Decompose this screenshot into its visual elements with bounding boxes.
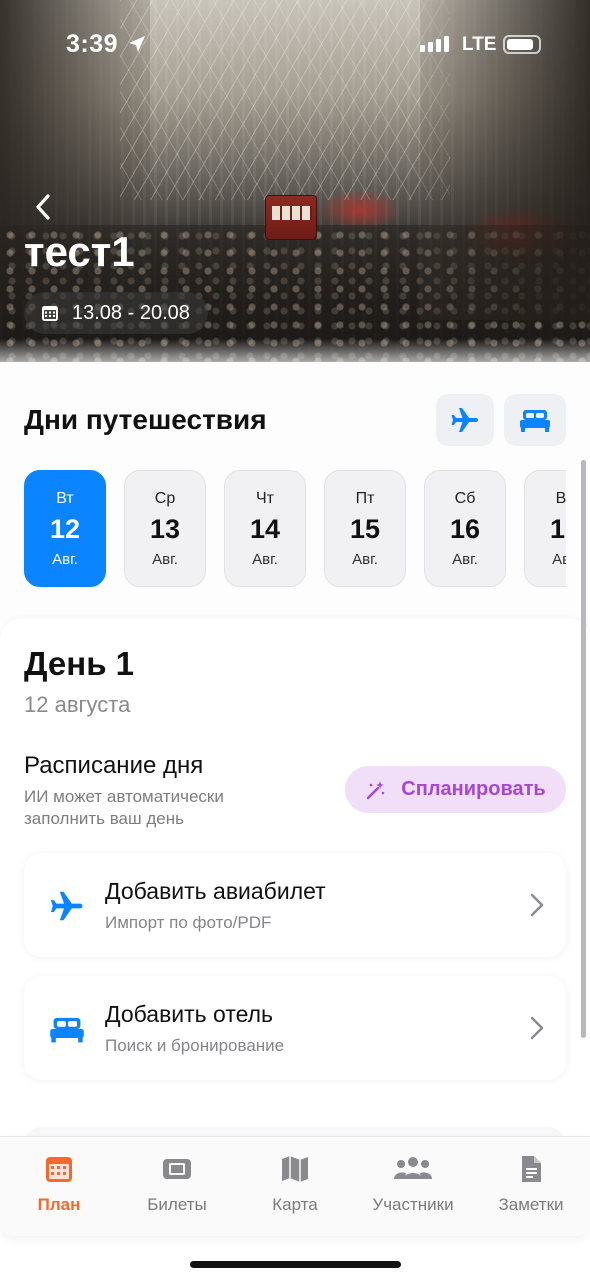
day-number: 16: [449, 513, 481, 544]
bed-icon: [520, 410, 550, 432]
tab-map-label: Карта: [272, 1195, 318, 1214]
bed-icon: [50, 1017, 84, 1043]
network-label: LTE: [462, 34, 497, 55]
tab-participants[interactable]: Участники: [354, 1137, 472, 1236]
day-weekday: Вт: [56, 489, 74, 507]
ai-plan-button[interactable]: Спланировать: [345, 766, 566, 813]
day-chip[interactable]: Ср 13 Авг.: [124, 470, 206, 587]
day-chip[interactable]: Пт 15 Авг.: [324, 470, 406, 587]
status-time: 3:39: [66, 30, 119, 58]
add-hotel-title: Добавить отель: [105, 1001, 274, 1027]
chevron-left-icon: [36, 194, 50, 220]
tab-participants-label: Участники: [372, 1195, 454, 1214]
day-month: Авг.: [352, 550, 378, 568]
day-chip[interactable]: Сб 16 Авг.: [424, 470, 506, 587]
day-title: День 1: [24, 645, 135, 682]
schedule-title: Расписание дня: [24, 752, 204, 779]
day-month: Авг.: [152, 550, 178, 568]
airplane-icon: [50, 891, 83, 921]
tab-tickets-label: Билеты: [147, 1195, 207, 1214]
ai-plan-label: Спланировать: [401, 778, 546, 800]
day-weekday: Ср: [154, 489, 176, 507]
scroll-indicator[interactable]: [581, 460, 586, 1038]
trip-dates-text: 13.08 - 20.08: [72, 301, 190, 324]
day-date: 12 августа: [24, 692, 131, 717]
day-number: 15: [349, 513, 381, 544]
chevron-right-icon: [530, 893, 544, 917]
trip-title: тест1: [24, 228, 135, 275]
home-indicator: [190, 1261, 401, 1268]
tab-plan[interactable]: План: [0, 1137, 118, 1236]
location-arrow-icon: [129, 36, 145, 52]
tab-notes-label: Заметки: [498, 1195, 564, 1214]
schedule-hint: ИИ может автоматически заполнить ваш ден…: [24, 787, 224, 828]
day-chip[interactable]: Чт 14 Авг.: [224, 470, 306, 587]
day-number: 14: [249, 513, 281, 544]
hotels-button[interactable]: [504, 394, 566, 446]
calendar-small-icon: [42, 306, 58, 321]
day-chip[interactable]: Вт 12 Авг.: [24, 470, 106, 587]
day-number: 12: [49, 513, 81, 544]
street-lights-decoration: [120, 0, 450, 200]
trip-dates-chip[interactable]: 13.08 - 20.08: [24, 292, 208, 334]
tab-map[interactable]: Карта: [236, 1137, 354, 1236]
airplane-icon: [451, 408, 478, 432]
add-flight-title: Добавить авиабилет: [105, 878, 326, 904]
note-icon: [522, 1156, 541, 1182]
day-month: Авг.: [52, 550, 78, 568]
day-weekday: Сб: [454, 489, 476, 507]
add-hotel-card[interactable]: Добавить отель Поиск и бронирование: [24, 976, 566, 1080]
day-number: 13: [149, 513, 181, 544]
chevron-right-icon: [530, 1016, 544, 1040]
tab-tickets[interactable]: Билеты: [118, 1137, 236, 1236]
battery-icon: [503, 35, 541, 54]
day-month: Авг.: [552, 550, 566, 568]
signal-icon: [420, 36, 449, 52]
day-chip[interactable]: Вс 17 Авг.: [524, 470, 566, 587]
add-flight-subtitle: Импорт по фото/PDF: [105, 913, 272, 932]
day-weekday: Пт: [355, 489, 375, 507]
map-icon: [282, 1156, 308, 1182]
calendar-icon: [46, 1157, 72, 1182]
day-number: 17: [549, 513, 566, 544]
flights-button[interactable]: [436, 394, 494, 446]
add-hotel-subtitle: Поиск и бронирование: [105, 1036, 285, 1055]
day-weekday: Чт: [256, 489, 274, 507]
magic-wand-icon: [367, 780, 385, 799]
add-flight-card[interactable]: Добавить авиабилет Импорт по фото/PDF: [24, 853, 566, 957]
back-button[interactable]: [28, 190, 58, 224]
ticket-icon: [163, 1159, 191, 1179]
tab-notes[interactable]: Заметки: [472, 1137, 590, 1236]
day-month: Авг.: [252, 550, 278, 568]
people-icon: [394, 1157, 432, 1179]
tab-bar: План Билеты Карта Участники Заметки: [0, 1136, 590, 1236]
day-month: Авг.: [452, 550, 478, 568]
day-weekday: Вс: [555, 489, 566, 507]
trip-days-title: Дни путешествия: [24, 404, 267, 435]
day-selector: Вт 12 Авг. Ср 13 Авг. Чт 14 Авг. Пт 15 А…: [24, 470, 566, 588]
tab-plan-label: План: [37, 1195, 81, 1214]
tram-decoration: [265, 195, 317, 240]
